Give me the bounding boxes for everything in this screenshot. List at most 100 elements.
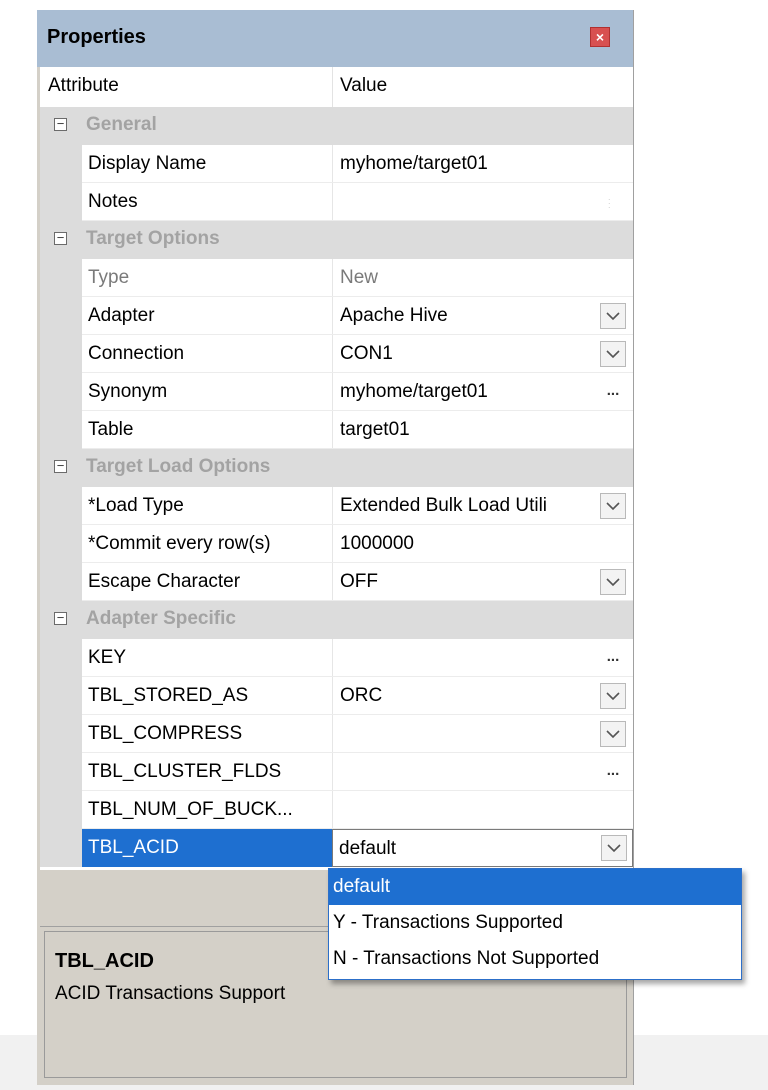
header-attribute[interactable]: Attribute — [48, 75, 119, 97]
property-row-tbl-acid[interactable]: TBL_ACID default — [40, 829, 633, 867]
attribute-name: Adapter — [88, 305, 155, 326]
header-divider[interactable] — [332, 67, 333, 107]
description-text: ACID Transactions Support — [55, 983, 286, 1004]
property-value[interactable]: myhome/target01 — [340, 153, 602, 175]
cell-divider — [332, 335, 333, 373]
row-margin — [40, 563, 82, 601]
category-label: General — [86, 114, 157, 135]
property-row-connection[interactable]: Connection CON1 — [40, 335, 633, 373]
chevron-down-icon[interactable] — [600, 303, 626, 329]
property-row-tbl-stored-as[interactable]: TBL_STORED_AS ORC — [40, 677, 633, 715]
close-icon[interactable]: × — [590, 27, 610, 47]
row-margin — [40, 525, 82, 563]
row-margin — [40, 829, 82, 867]
row-margin — [40, 411, 82, 449]
row-margin — [40, 335, 82, 373]
property-value[interactable]: OFF — [340, 571, 602, 593]
category-label: Target Options — [86, 228, 220, 249]
cell-divider — [332, 145, 333, 183]
chevron-down-icon[interactable] — [600, 493, 626, 519]
property-row-notes[interactable]: Notes... — [40, 183, 633, 221]
row-margin — [40, 791, 82, 829]
property-grid: Attribute Value − General Display Name myho… — [40, 67, 633, 870]
property-row-type[interactable]: Type New — [40, 259, 633, 297]
attribute-name: Type — [88, 267, 130, 288]
cell-divider — [332, 487, 333, 525]
row-margin — [40, 259, 82, 297]
property-row-load-type[interactable]: *Load Type Extended Bulk Load Utili — [40, 487, 633, 525]
category-target-options[interactable]: − Target Options — [40, 221, 633, 259]
collapse-icon[interactable]: − — [54, 117, 67, 131]
attribute-name: KEY — [88, 647, 127, 668]
row-margin — [40, 145, 82, 183]
property-value[interactable]: Apache Hive — [340, 305, 602, 327]
attribute-name: TBL_NUM_OF_BUCK... — [88, 799, 293, 820]
option-label: Y - Transactions Supported — [333, 912, 563, 933]
property-row-commit-every-row-s[interactable]: *Commit every row(s) 1000000 — [40, 525, 633, 563]
ellipsis-icon[interactable]: ... — [600, 379, 626, 405]
cell-divider — [332, 753, 333, 791]
header-value[interactable]: Value — [340, 75, 387, 97]
property-row-display-name[interactable]: Display Name myhome/target01 — [40, 145, 633, 183]
cell-divider — [332, 563, 333, 601]
property-value[interactable]: Extended Bulk Load Utili — [340, 495, 602, 517]
attribute-name: TBL_COMPRESS — [88, 723, 243, 744]
category-target-load-options[interactable]: − Target Load Options — [40, 449, 633, 487]
attribute-name: Display Name — [88, 153, 207, 174]
property-value[interactable]: myhome/target01 — [340, 381, 602, 403]
cell-divider — [332, 297, 333, 335]
collapse-icon[interactable]: − — [54, 459, 67, 473]
category-general[interactable]: − General — [40, 107, 633, 145]
attribute-name: Synonym — [88, 381, 168, 402]
dropdown-option-y-transactions-supported[interactable]: Y - Transactions Supported — [329, 905, 741, 941]
dropdown-option-n-transactions-not-supported[interactable]: N - Transactions Not Supported — [329, 941, 741, 977]
ellipsis-icon[interactable]: ... — [600, 645, 626, 671]
value-combobox[interactable]: default — [332, 829, 633, 867]
option-label: default — [333, 876, 391, 897]
attribute-name: TBL_ACID — [88, 837, 179, 858]
description-title: TBL_ACID — [55, 950, 154, 972]
row-margin — [40, 639, 82, 677]
attribute-name: Table — [88, 419, 134, 440]
property-row-key[interactable]: KEY... — [40, 639, 633, 677]
property-row-table[interactable]: Table target01 — [40, 411, 633, 449]
panel-titlebar: Properties × — [37, 10, 633, 67]
category-adapter-specific[interactable]: − Adapter Specific — [40, 601, 633, 639]
cell-divider — [332, 525, 333, 563]
property-value[interactable]: ORC — [340, 685, 602, 707]
row-margin — [40, 373, 82, 411]
property-row-tbl-num-of-buck[interactable]: TBL_NUM_OF_BUCK... — [40, 791, 633, 829]
property-value[interactable]: 1000000 — [340, 533, 602, 555]
notes-grip-icon: ... — [608, 192, 611, 210]
ellipsis-icon[interactable]: ... — [600, 759, 626, 785]
property-row-adapter[interactable]: Adapter Apache Hive — [40, 297, 633, 335]
collapse-icon[interactable]: − — [54, 231, 67, 245]
attribute-name: Escape Character — [88, 571, 241, 592]
property-value: New — [340, 267, 379, 288]
property-value[interactable]: CON1 — [340, 343, 602, 365]
panel-title: Properties — [47, 26, 146, 48]
dropdown-option-default[interactable]: default — [329, 869, 741, 905]
chevron-down-icon[interactable] — [600, 683, 626, 709]
cell-divider — [332, 183, 333, 221]
property-row-tbl-compress[interactable]: TBL_COMPRESS — [40, 715, 633, 753]
attribute-name: TBL_STORED_AS — [88, 685, 249, 706]
selected-attribute-cell[interactable]: TBL_ACID — [82, 829, 332, 867]
cell-divider — [332, 677, 333, 715]
cell-divider — [332, 791, 333, 829]
chevron-down-icon[interactable] — [601, 835, 627, 861]
chevron-down-icon[interactable] — [600, 721, 626, 747]
cell-divider — [332, 639, 333, 677]
property-value[interactable]: target01 — [340, 419, 602, 441]
chevron-down-icon[interactable] — [600, 569, 626, 595]
property-row-escape-character[interactable]: Escape Character OFF — [40, 563, 633, 601]
attribute-name: *Load Type — [88, 495, 184, 516]
category-label: Target Load Options — [86, 456, 271, 477]
property-row-synonym[interactable]: Synonym myhome/target01... — [40, 373, 633, 411]
cell-divider — [332, 373, 333, 411]
combobox-value: default — [339, 838, 397, 859]
cell-divider — [332, 411, 333, 449]
chevron-down-icon[interactable] — [600, 341, 626, 367]
property-row-tbl-cluster-flds[interactable]: TBL_CLUSTER_FLDS... — [40, 753, 633, 791]
collapse-icon[interactable]: − — [54, 611, 67, 625]
